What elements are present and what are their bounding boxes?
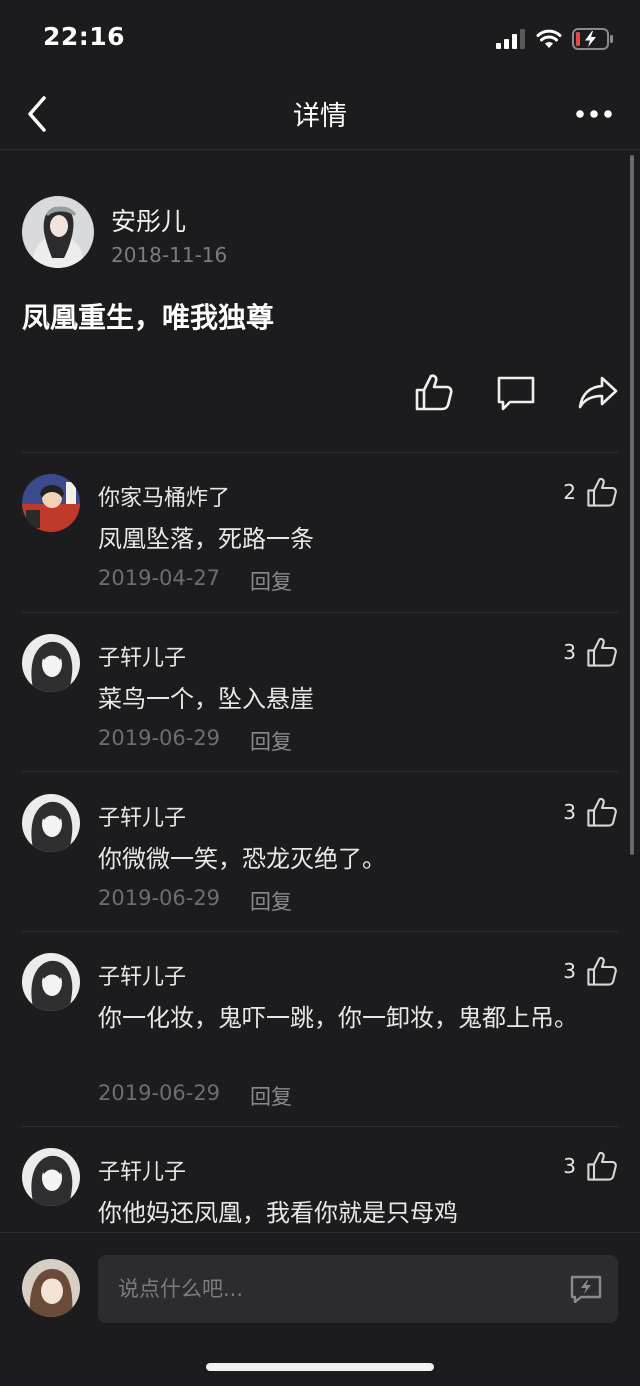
thumbs-up-icon xyxy=(587,956,617,986)
commenter-name[interactable]: 你家马桶炸了 xyxy=(98,480,230,512)
comment-date: 2019-06-29 xyxy=(98,886,221,910)
wifi-icon xyxy=(536,29,562,48)
comment-text: 菜鸟一个，坠入悬崖 xyxy=(98,685,314,713)
comment-date: 2019-04-27 xyxy=(98,566,221,590)
author-avatar[interactable] xyxy=(22,196,94,268)
comment-like-button[interactable]: 3 xyxy=(563,955,618,987)
reply-button[interactable]: 回复 xyxy=(250,726,292,756)
comment-input-box[interactable] xyxy=(98,1255,618,1323)
like-count: 3 xyxy=(563,800,576,824)
comment-like-button[interactable]: 3 xyxy=(563,636,618,668)
more-button[interactable] xyxy=(574,100,614,128)
divider xyxy=(22,612,618,613)
nav-bar: 详情 xyxy=(0,78,640,150)
comment-meta: 2019-06-29 回复 xyxy=(98,726,292,756)
commenter-avatar[interactable] xyxy=(22,794,80,852)
comment-icon xyxy=(497,376,535,411)
divider xyxy=(22,1126,618,1127)
divider xyxy=(22,771,618,772)
comment-item: 子轩儿子 3 菜鸟一个，坠入悬崖 2019-06-29 回复 xyxy=(0,634,640,754)
status-time: 22:16 xyxy=(43,22,126,51)
more-dots-icon xyxy=(576,110,612,118)
share-button[interactable] xyxy=(578,370,618,414)
user-avatar[interactable] xyxy=(22,1259,80,1317)
comment-text: 你一化妆，鬼吓一跳，你一卸妆，鬼都上吊。 xyxy=(98,1004,578,1032)
comment-text: 你微微一笑，恐龙灭绝了。 xyxy=(98,845,386,873)
comment-input[interactable] xyxy=(118,1255,548,1323)
like-count: 2 xyxy=(563,480,576,504)
commenter-avatar[interactable] xyxy=(22,953,80,1011)
status-icons xyxy=(496,28,614,50)
comment-like-button[interactable]: 2 xyxy=(563,476,618,508)
commenter-avatar[interactable] xyxy=(22,1148,80,1206)
reply-button[interactable]: 回复 xyxy=(250,886,292,916)
thumbs-up-icon xyxy=(415,374,453,411)
like-count: 3 xyxy=(563,1154,576,1178)
comment-text: 你他妈还凤凰，我看你就是只母鸡 xyxy=(98,1199,458,1227)
divider xyxy=(22,931,618,932)
comment-meta: 2019-06-29 回复 xyxy=(98,1081,292,1111)
reply-button[interactable]: 回复 xyxy=(250,1081,292,1111)
comment-like-button[interactable]: 3 xyxy=(563,796,618,828)
comment-item: 子轩儿子 3 你他妈还凤凰，我看你就是只母鸡 xyxy=(0,1148,640,1230)
post-header: 安彤儿 2018-11-16 xyxy=(22,196,602,272)
comment-date: 2019-06-29 xyxy=(98,1081,221,1105)
comment-date: 2019-06-29 xyxy=(98,726,221,750)
comment-item: 子轩儿子 3 你一化妆，鬼吓一跳，你一卸妆，鬼都上吊。 2019-06-29 回… xyxy=(0,953,640,1113)
quick-reply-icon[interactable] xyxy=(570,1275,602,1303)
battery-icon xyxy=(572,28,613,50)
comment-item: 你家马桶炸了 2 凤凰坠落，死路一条 2019-04-27 回复 xyxy=(0,474,640,594)
comment-like-button[interactable]: 3 xyxy=(563,1150,618,1182)
commenter-name[interactable]: 子轩儿子 xyxy=(98,1154,186,1186)
commenter-avatar[interactable] xyxy=(22,634,80,692)
commenter-name[interactable]: 子轩儿子 xyxy=(98,959,186,991)
share-icon xyxy=(578,376,618,409)
like-count: 3 xyxy=(563,640,576,664)
divider xyxy=(22,452,618,453)
post-body: 凤凰重生，唯我独尊 xyxy=(22,301,275,334)
like-count: 3 xyxy=(563,959,576,983)
thumbs-up-icon xyxy=(587,1151,617,1181)
reply-button[interactable]: 回复 xyxy=(250,566,292,596)
thumbs-up-icon xyxy=(587,797,617,827)
commenter-avatar[interactable] xyxy=(22,474,80,532)
like-button[interactable] xyxy=(414,370,454,414)
thumbs-up-icon xyxy=(587,477,617,507)
signal-icon xyxy=(496,29,525,49)
commenter-name[interactable]: 子轩儿子 xyxy=(98,640,186,672)
thumbs-up-icon xyxy=(587,637,617,667)
post-author[interactable]: 安彤儿 xyxy=(111,202,186,238)
comment-bar xyxy=(0,1232,640,1386)
post-actions xyxy=(414,370,618,414)
comment-text: 凤凰坠落，死路一条 xyxy=(98,525,314,553)
commenter-name[interactable]: 子轩儿子 xyxy=(98,800,186,832)
comment-meta: 2019-06-29 回复 xyxy=(98,886,292,916)
status-bar: 22:16 xyxy=(0,0,640,78)
comment-button[interactable] xyxy=(496,370,536,414)
home-indicator[interactable] xyxy=(206,1363,434,1371)
comment-item: 子轩儿子 3 你微微一笑，恐龙灭绝了。 2019-06-29 回复 xyxy=(0,794,640,914)
post-date: 2018-11-16 xyxy=(111,243,228,267)
comment-meta: 2019-04-27 回复 xyxy=(98,566,292,596)
page-title: 详情 xyxy=(293,101,347,132)
